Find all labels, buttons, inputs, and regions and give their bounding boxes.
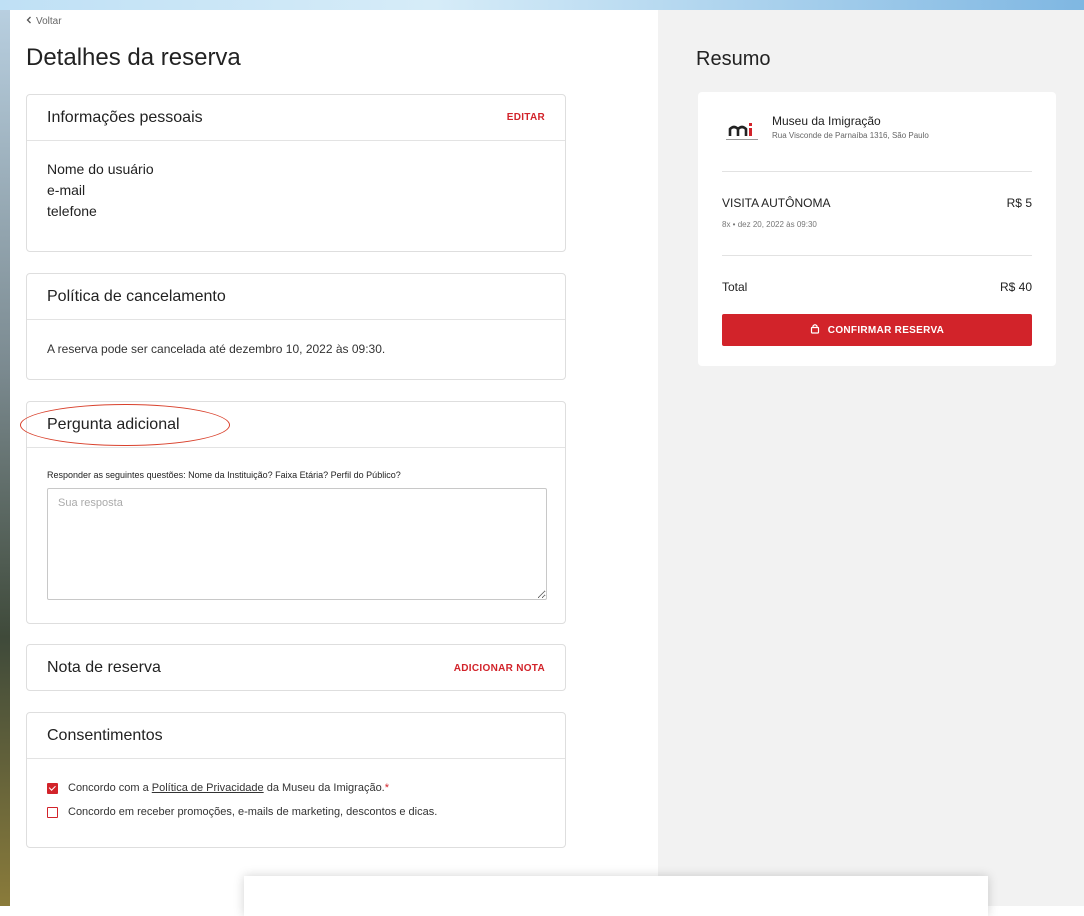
lock-icon xyxy=(810,323,820,337)
back-label: Voltar xyxy=(36,16,62,27)
marketing-checkbox[interactable] xyxy=(47,806,58,818)
consents-title: Consentimentos xyxy=(47,726,163,744)
ticket-name: VISITA AUTÔNOMA xyxy=(722,196,831,210)
edit-button[interactable]: EDITAR xyxy=(507,112,545,123)
user-name: Nome do usuário xyxy=(47,161,154,177)
confirm-booking-button[interactable]: CONFIRMAR RESERVA xyxy=(722,314,1032,346)
museum-name: Museu da Imigração xyxy=(772,114,881,128)
consents-body: Concordo com a Política de Privacidade d… xyxy=(27,759,565,823)
personal-info-header: Informações pessoais EDITAR xyxy=(27,95,565,141)
personal-info-body: Nome do usuário e-mail telefone xyxy=(27,141,565,222)
personal-info-title: Informações pessoais xyxy=(47,108,203,126)
page-title: Detalhes da reserva xyxy=(26,44,241,71)
required-asterisk: * xyxy=(384,782,390,794)
personal-info-card: Informações pessoais EDITAR Nome do usuá… xyxy=(26,94,566,252)
privacy-consent-label: Concordo com a Política de Privacidade d… xyxy=(68,782,389,794)
privacy-suffix: da Museu da Imigração. xyxy=(263,782,385,794)
consents-card: Consentimentos Concordo com a Política d… xyxy=(26,712,566,848)
user-phone: telefone xyxy=(47,203,97,219)
back-link[interactable]: Voltar xyxy=(26,16,62,27)
summary-divider xyxy=(722,255,1032,256)
additional-question-title: Pergunta adicional xyxy=(47,415,180,433)
booking-note-card: Nota de reserva ADICIONAR NOTA xyxy=(26,644,566,691)
marketing-consent-row: Concordo em receber promoções, e-mails d… xyxy=(47,801,545,823)
cancellation-title: Política de cancelamento xyxy=(47,287,226,305)
additional-question-body: Responder as seguintes questões: Nome da… xyxy=(27,448,565,600)
desktop-edge xyxy=(0,10,10,906)
additional-question-card: Pergunta adicional Responder as seguinte… xyxy=(26,401,566,624)
browser-top-strip xyxy=(0,0,1084,10)
chevron-left-icon xyxy=(26,16,32,27)
ticket-detail: 8x • dez 20, 2022 às 09:30 xyxy=(722,220,817,229)
user-email: e-mail xyxy=(47,182,86,198)
question-label: Responder as seguintes questões: Nome da… xyxy=(47,470,401,480)
ticket-price: R$ 5 xyxy=(1006,196,1032,210)
cancellation-header: Política de cancelamento xyxy=(27,274,565,320)
additional-question-header: Pergunta adicional xyxy=(27,402,565,448)
summary-divider xyxy=(722,171,1032,172)
privacy-consent-row: Concordo com a Política de Privacidade d… xyxy=(47,777,545,799)
privacy-policy-link[interactable]: Política de Privacidade xyxy=(152,782,264,794)
booking-note-title: Nota de reserva xyxy=(47,659,161,676)
summary-card: Museu da Imigração Rua Visconde de Parna… xyxy=(698,92,1056,366)
museum-address: Rua Visconde de Parnaíba 1316, São Paulo xyxy=(772,131,929,140)
answer-textarea[interactable] xyxy=(47,488,547,600)
summary-title: Resumo xyxy=(696,48,771,70)
cancellation-card: Política de cancelamento A reserva pode … xyxy=(26,273,566,380)
total-value: R$ 40 xyxy=(999,280,1032,294)
museum-info: Museu da Imigração Rua Visconde de Parna… xyxy=(722,114,929,148)
add-note-button[interactable]: ADICIONAR NOTA xyxy=(454,663,545,674)
cancellation-text: A reserva pode ser cancelada até dezembr… xyxy=(47,342,386,356)
total-label: Total xyxy=(722,280,748,294)
privacy-prefix: Concordo com a xyxy=(68,782,152,794)
bottom-overlay-panel xyxy=(244,876,988,916)
privacy-checkbox[interactable] xyxy=(47,782,58,794)
booking-note-header: Nota de reserva ADICIONAR NOTA xyxy=(27,645,565,691)
consents-header: Consentimentos xyxy=(27,713,565,759)
museum-logo-icon xyxy=(722,114,762,148)
confirm-label: CONFIRMAR RESERVA xyxy=(827,324,945,336)
marketing-consent-label: Concordo em receber promoções, e-mails d… xyxy=(68,806,438,818)
